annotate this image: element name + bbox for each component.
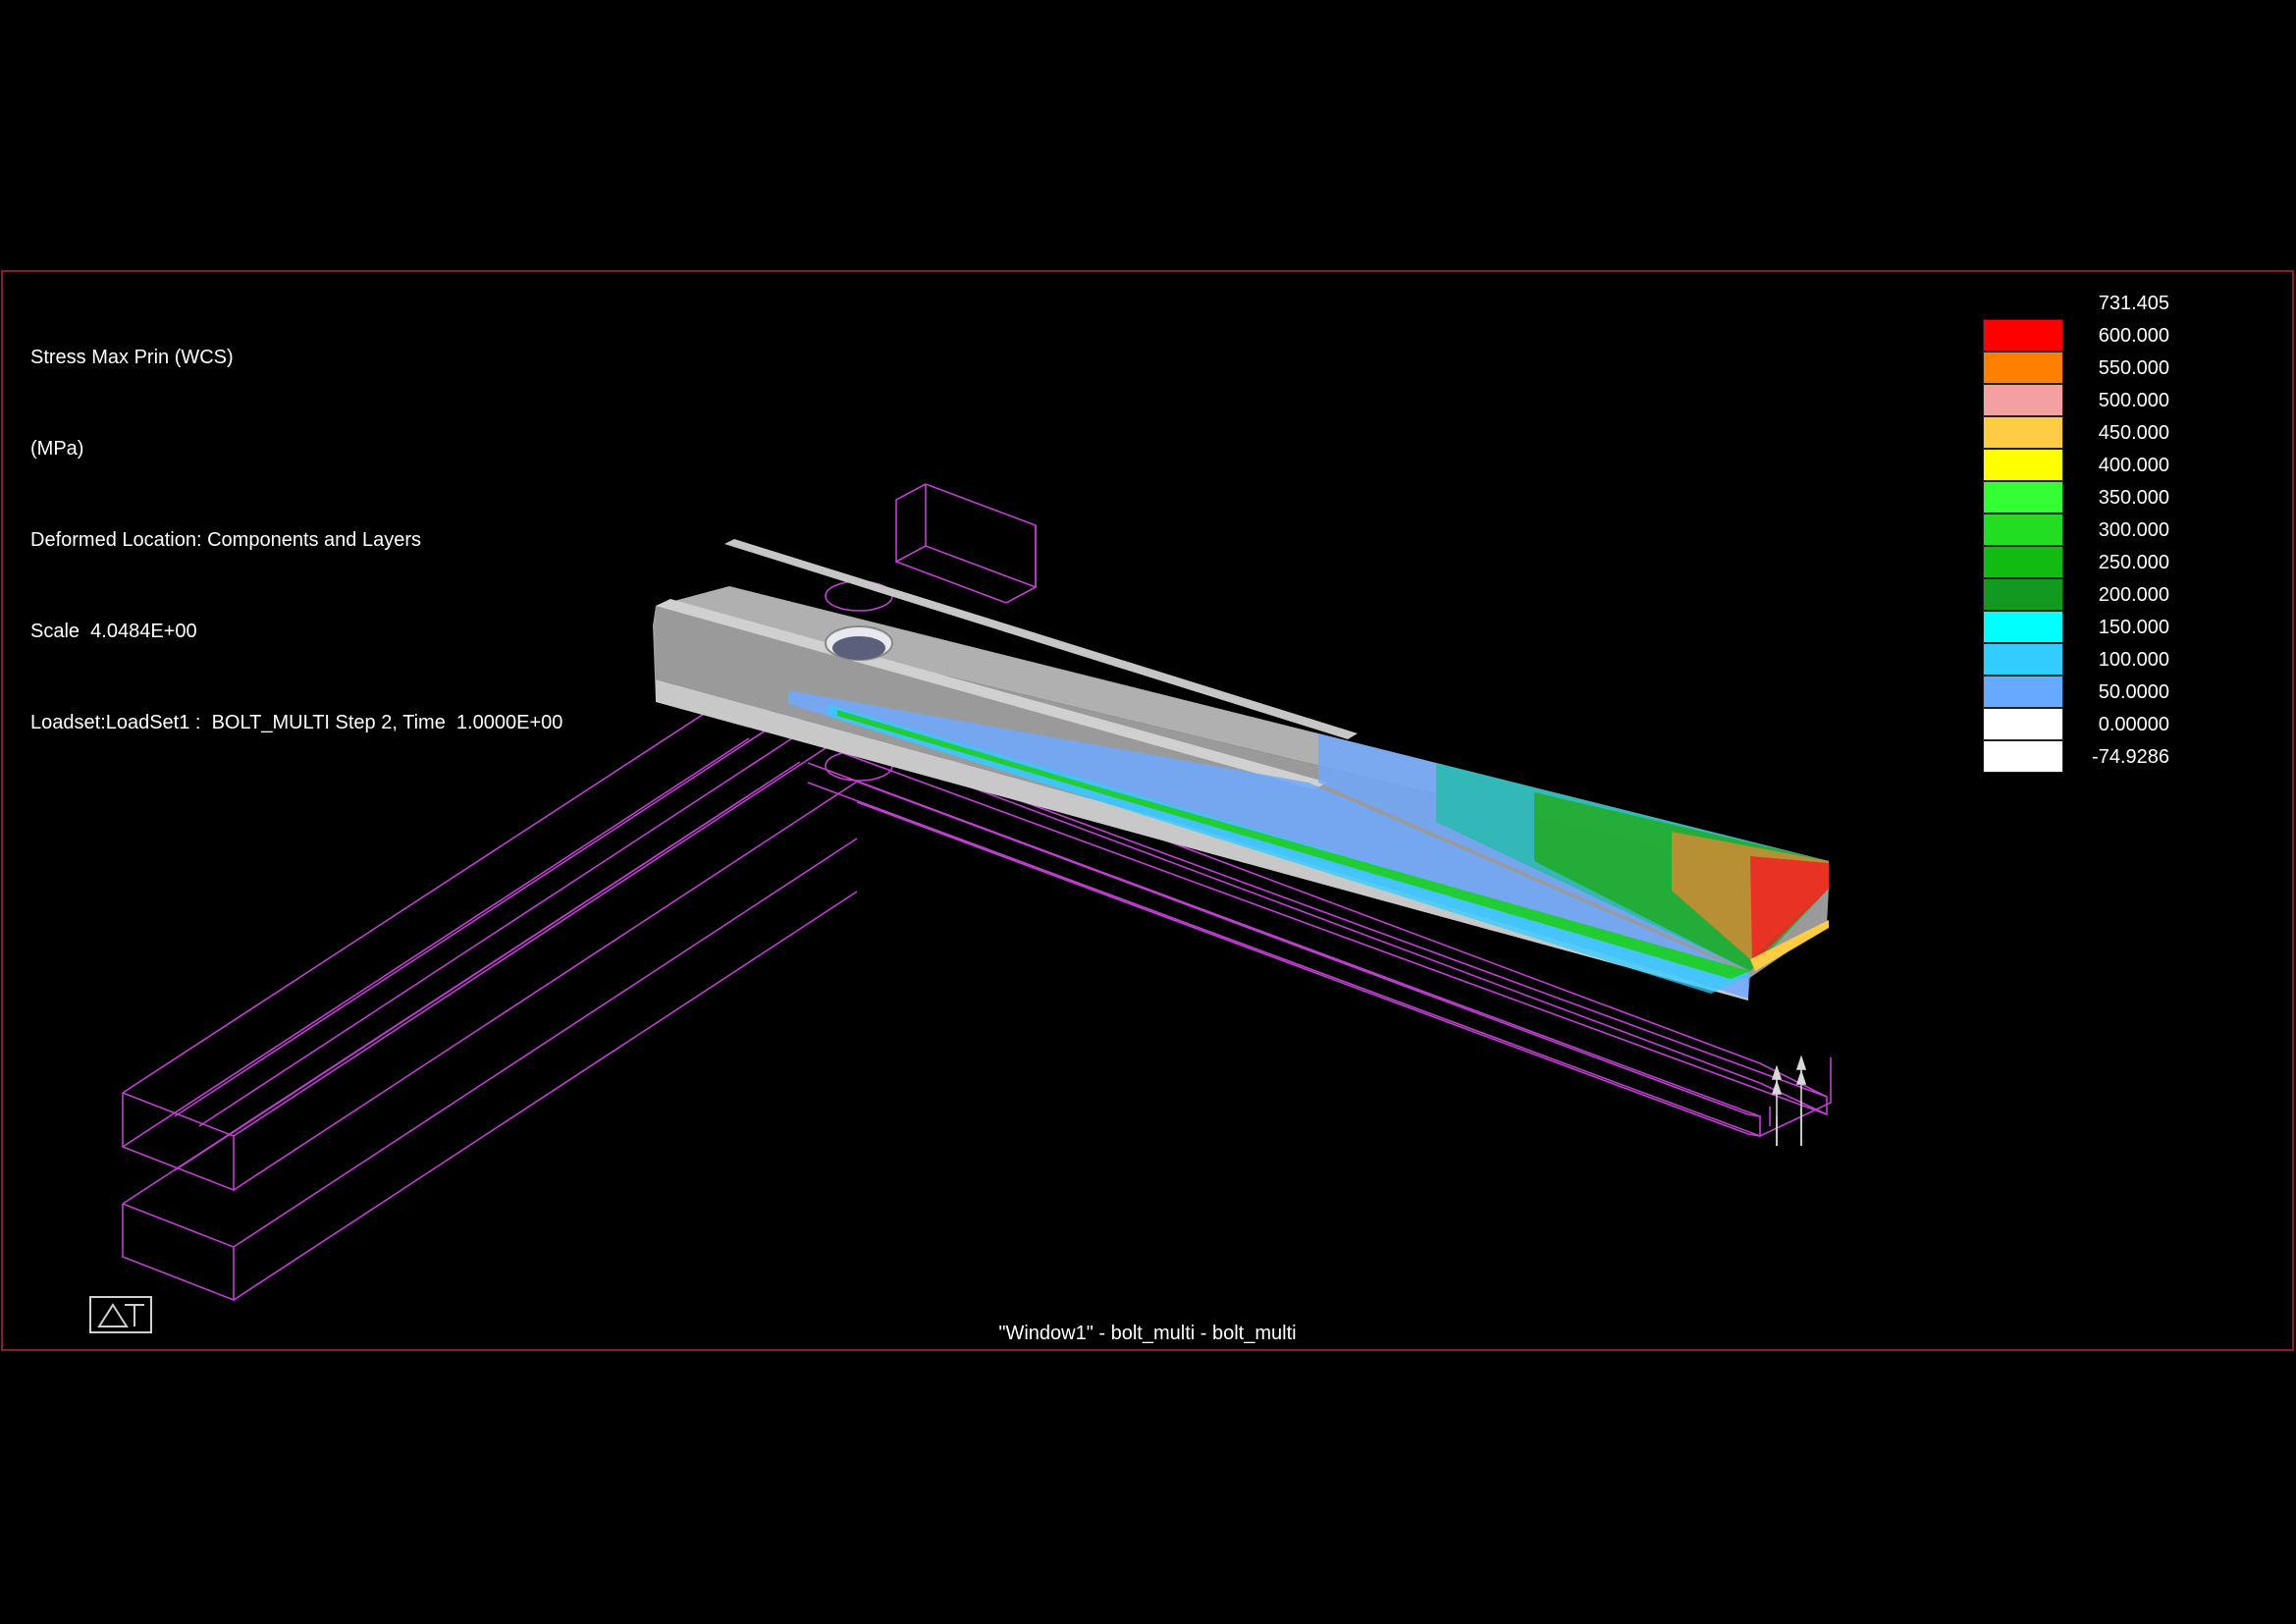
legend-swatch [1983, 708, 2063, 740]
legend-label: 400.000 [2098, 455, 2169, 476]
legend-label: 500.000 [2098, 390, 2169, 411]
window-caption: "Window1" - bolt_multi - bolt_multi [998, 1323, 1297, 1344]
legend-swatch [1983, 416, 2063, 449]
legend-label: -74.9286 [2092, 746, 2169, 768]
legend-swatch [1983, 449, 2063, 481]
legend-swatch [1983, 352, 2063, 384]
legend-label: 731.405 [2098, 293, 2169, 314]
legend-label: 100.000 [2098, 649, 2169, 671]
legend-label: 550.000 [2098, 357, 2169, 379]
graphics-viewport[interactable]: Stress Max Prin (WCS) (MPa) Deformed Loc… [1, 270, 2294, 1351]
legend-label: 450.000 [2098, 422, 2169, 444]
legend-swatch [1983, 546, 2063, 578]
legend-label: 300.000 [2098, 519, 2169, 541]
legend-swatch [1983, 578, 2063, 611]
legend-label: 50.0000 [2098, 681, 2169, 703]
legend-swatch [1983, 481, 2063, 514]
beam-model [653, 539, 1829, 1001]
model-scene[interactable] [3, 272, 2292, 1349]
legend-label: 200.000 [2098, 584, 2169, 606]
legend-label: 250.000 [2098, 552, 2169, 573]
legend-label: 350.000 [2098, 487, 2169, 509]
legend-swatch [1983, 740, 2063, 773]
legend-swatch [1983, 319, 2063, 352]
legend-label: 0.00000 [2098, 714, 2169, 735]
legend-swatch [1983, 514, 2063, 546]
legend-swatch [1983, 611, 2063, 643]
legend-swatch [1983, 384, 2063, 416]
legend-label: 600.000 [2098, 325, 2169, 347]
legend-swatch [1983, 643, 2063, 676]
legend-swatch [1983, 676, 2063, 708]
legend-label: 150.000 [2098, 617, 2169, 638]
stress-legend: 731.405 600.000 550.000 500.000 450.000 … [1983, 290, 2179, 773]
